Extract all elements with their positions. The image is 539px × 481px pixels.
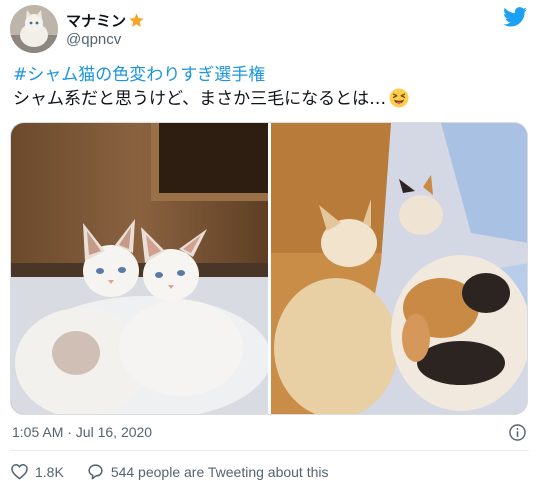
photo-cream-and-calico-cats[interactable] <box>271 123 527 414</box>
photo-two-white-cats[interactable] <box>11 123 268 414</box>
display-name[interactable]: マナミン <box>66 10 126 31</box>
speech-bubble-icon <box>88 464 103 480</box>
calico-cats-image <box>271 123 527 414</box>
user-handle[interactable]: @qpncv <box>66 31 121 48</box>
star-icon <box>129 13 144 27</box>
tweeting-about-text: 544 people are Tweeting about this <box>110 463 329 480</box>
hashtag-link[interactable]: #シャム猫の色変わりすぎ選手権 <box>13 64 265 86</box>
like-button[interactable]: 1.8K <box>10 462 86 481</box>
like-count: 1.8K <box>35 463 64 480</box>
tweet-actions: 1.8K 544 people are Tweeting about this <box>10 462 329 481</box>
twitter-bird-icon[interactable] <box>503 7 527 27</box>
tweet-timestamp[interactable]: 1:05 AM · Jul 16, 2020 <box>12 424 152 440</box>
tweet-text-line: シャム系だと思うけど、まさか三毛になるとは… <box>13 88 409 110</box>
cat-avatar-icon <box>10 5 58 53</box>
user-avatar[interactable] <box>10 5 58 53</box>
tweeting-about-link[interactable]: 544 people are Tweeting about this <box>86 462 329 481</box>
media-grid[interactable] <box>10 122 528 415</box>
tweet-card[interactable]: マナミン @qpncv #シャム猫の色変わりすぎ選手権 シャム系だと思うけど、ま… <box>0 0 539 481</box>
info-icon[interactable] <box>508 423 527 442</box>
tweet-text: シャム系だと思うけど、まさか三毛になるとは… <box>13 89 387 109</box>
divider <box>10 450 529 451</box>
user-name-row[interactable]: マナミン <box>66 10 145 31</box>
heart-icon <box>11 464 28 480</box>
white-cats-image <box>11 123 268 414</box>
squinting-tongue-emoji-icon <box>389 88 409 108</box>
